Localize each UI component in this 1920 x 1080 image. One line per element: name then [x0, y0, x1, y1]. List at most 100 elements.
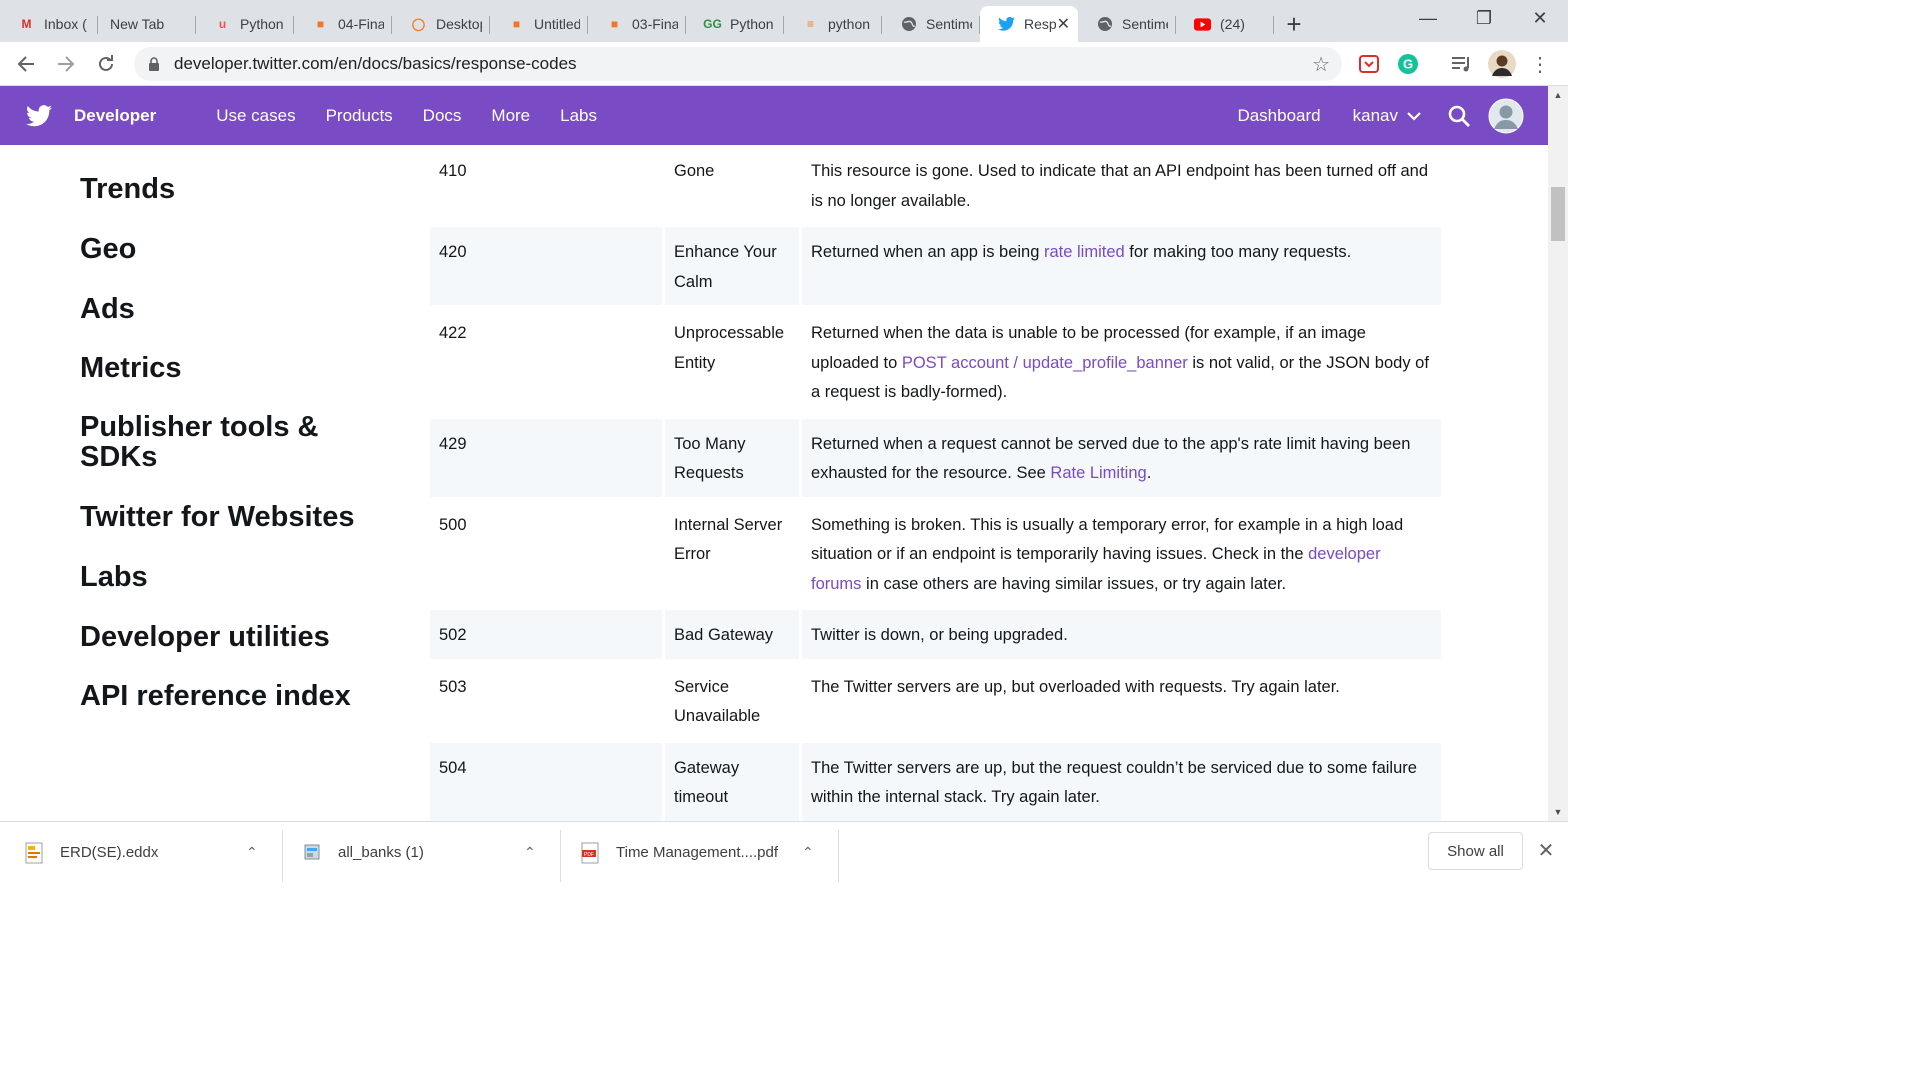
browser-tab[interactable]: (24): [1176, 6, 1274, 42]
browser-tab[interactable]: ■ Untitled: [490, 6, 588, 42]
minimize-button[interactable]: —: [1400, 0, 1456, 36]
nav-use-cases[interactable]: Use cases: [216, 106, 295, 126]
sidebar-item-ads[interactable]: Ads: [80, 294, 380, 324]
url-text: developer.twitter.com/en/docs/basics/res…: [174, 54, 577, 73]
user-avatar-icon[interactable]: [1488, 98, 1524, 134]
brand-label: Developer: [74, 105, 157, 125]
status-code-cell: 500: [430, 499, 662, 607]
forward-button[interactable]: [46, 44, 86, 84]
close-icon[interactable]: ✕: [1534, 838, 1558, 862]
new-tab-button[interactable]: +: [1274, 6, 1314, 42]
sidebar-item-metrics[interactable]: Metrics: [80, 353, 380, 383]
nav-more[interactable]: More: [491, 106, 530, 126]
address-bar[interactable]: developer.twitter.com/en/docs/basics/res…: [134, 47, 1342, 81]
svg-text:PDF: PDF: [584, 852, 594, 858]
nav-docs[interactable]: Docs: [423, 106, 462, 126]
browser-tab[interactable]: M Inbox (: [0, 6, 98, 42]
chevron-up-icon[interactable]: ⌃: [524, 844, 536, 861]
nav-labs[interactable]: Labs: [560, 106, 597, 126]
browser-tab[interactable]: ■ 04-Fina: [294, 6, 392, 42]
description-link[interactable]: Rate Limiting: [1050, 464, 1146, 482]
page-scrollbar[interactable]: ▲ ▼: [1548, 86, 1568, 821]
divider: [560, 830, 561, 882]
status-code-cell: 422: [430, 308, 662, 416]
browser-tab[interactable]: ◯ Desktop: [392, 6, 490, 42]
forward-arrow-icon: [58, 56, 75, 72]
status-text-cell: Gone: [665, 146, 799, 224]
download-item[interactable]: PDF Time Management....pdf ⌃: [580, 822, 832, 882]
browser-tab[interactable]: GG Python: [686, 6, 784, 42]
tab-title: Untitled: [534, 16, 580, 32]
nav-products[interactable]: Products: [326, 106, 393, 126]
description-link[interactable]: POST account / update_profile_banner: [902, 354, 1188, 372]
reload-button[interactable]: [86, 44, 126, 84]
browser-tab[interactable]: ≡ python: [784, 6, 882, 42]
table-row: 500 Internal Server Error Something is bro…: [430, 499, 1441, 607]
status-text-cell: Internal Server Error: [665, 499, 799, 607]
close-window-button[interactable]: ✕: [1512, 0, 1568, 36]
chrome-menu-icon[interactable]: ⋮: [1528, 52, 1552, 76]
browser-tab[interactable]: Sentime: [1078, 6, 1176, 42]
chevron-up-icon[interactable]: ⌃: [246, 844, 258, 861]
dashboard-link[interactable]: Dashboard: [1237, 106, 1320, 126]
description-text: Twitter is down, or being upgraded.: [811, 626, 1068, 644]
restore-button[interactable]: ❐: [1456, 0, 1512, 36]
chevron-up-icon[interactable]: ⌃: [802, 844, 814, 861]
search-icon[interactable]: [1448, 105, 1470, 127]
description-text: for making too many requests.: [1124, 243, 1352, 261]
description-text: Returned when an app is being: [811, 243, 1044, 261]
response-codes-table-container: 410 Gone This resource is gone. Used to in…: [430, 145, 1441, 821]
browser-tab[interactable]: u Python: [196, 6, 294, 42]
brand[interactable]: Developer: [26, 104, 157, 127]
download-filename: all_banks (1): [338, 844, 424, 861]
description-cell: Something is broken. This is usually a t…: [802, 499, 1441, 607]
download-filename: ERD(SE).eddx: [60, 844, 159, 861]
globe-icon: [900, 16, 917, 33]
browser-tab[interactable]: ■ 03-Fina: [588, 6, 686, 42]
back-button[interactable]: [6, 44, 46, 84]
description-cell: This resource is gone. Used to indicate …: [802, 146, 1441, 224]
divider: [282, 830, 283, 882]
notebook-icon: ■: [610, 17, 619, 31]
show-all-downloads-button[interactable]: Show all: [1428, 832, 1523, 870]
media-queue-icon[interactable]: [1450, 52, 1474, 76]
browser-tab[interactable]: Resp ✕: [980, 6, 1078, 42]
notebook-icon: ■: [512, 17, 521, 31]
sidebar-item-geo[interactable]: Geo: [80, 234, 380, 264]
sidebar-item-api-reference-index[interactable]: API reference index: [80, 681, 380, 711]
description-link[interactable]: rate limited: [1044, 243, 1125, 261]
scroll-down-arrow-icon[interactable]: ▼: [1548, 803, 1568, 821]
download-item[interactable]: all_banks (1) ⌃: [302, 822, 554, 882]
sidebar-item-labs[interactable]: Labs: [80, 562, 380, 592]
browser-tab[interactable]: Sentime: [882, 6, 980, 42]
reload-icon: [99, 55, 113, 71]
description-cell: Twitter is down, or being upgraded.: [802, 610, 1441, 659]
scroll-up-arrow-icon[interactable]: ▲: [1548, 86, 1568, 104]
bookmark-star-icon[interactable]: ☆: [1312, 52, 1330, 77]
chevron-down-icon[interactable]: [1406, 110, 1422, 122]
status-code-cell: 502: [430, 610, 662, 659]
grammarly-extension-icon[interactable]: G: [1396, 52, 1420, 76]
browser-tab[interactable]: New Tab: [98, 6, 196, 42]
pocket-extension-icon[interactable]: [1357, 52, 1381, 76]
header-right: Dashboard kanav: [1237, 86, 1548, 145]
profile-avatar[interactable]: [1488, 50, 1516, 78]
sidebar-item-twitter-for-websites[interactable]: Twitter for Websites: [80, 502, 380, 532]
tab-title: 04-Fina: [338, 16, 384, 32]
user-menu[interactable]: kanav: [1353, 106, 1398, 126]
tab-title: Python: [240, 16, 284, 32]
tab-title: Desktop: [436, 16, 482, 32]
udemy-icon: u: [218, 17, 227, 31]
download-item[interactable]: ERD(SE).eddx ⌃: [24, 822, 276, 882]
sidebar-item-publisher-tools[interactable]: Publisher tools & SDKs: [80, 412, 340, 472]
divider: [838, 830, 839, 882]
download-shelf: ERD(SE).eddx ⌃ all_banks (1) ⌃ PDF Time …: [0, 821, 1568, 882]
sidebar-item-developer-utilities[interactable]: Developer utilities: [80, 622, 380, 652]
scrollbar-thumb[interactable]: [1551, 187, 1565, 241]
close-tab-icon[interactable]: ✕: [1057, 14, 1070, 34]
pdf-file-icon: PDF: [581, 842, 599, 863]
browser-window: M Inbox (New Tab u Python ■ 04-Fina ◯ Desktop ■ U…: [0, 0, 1568, 882]
description-text: .: [1146, 464, 1152, 482]
description-cell: The Twitter servers are up, but the requ…: [802, 742, 1441, 821]
sidebar-item-trends[interactable]: Trends: [80, 174, 380, 204]
